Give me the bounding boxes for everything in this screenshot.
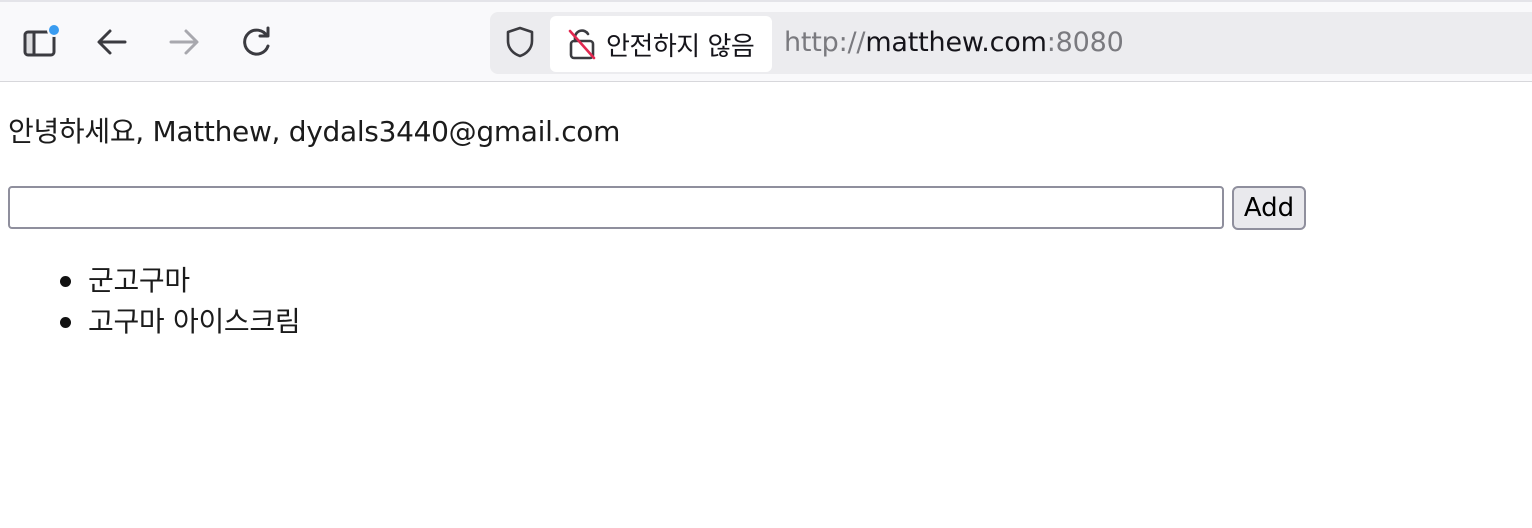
list-item: 군고구마 bbox=[8, 260, 300, 301]
url-text[interactable]: http://matthew.com:8080 bbox=[784, 26, 1124, 60]
url-scheme: http:// bbox=[784, 27, 866, 58]
url-host: matthew.com bbox=[865, 27, 1047, 58]
list-item-text: 고구마 아이스크림 bbox=[88, 305, 301, 338]
list-item-text: 군고구마 bbox=[88, 264, 190, 297]
todo-input[interactable] bbox=[8, 186, 1224, 229]
add-button[interactable]: Add bbox=[1232, 186, 1306, 230]
browser-toolbar: 안전하지 않음 http://matthew.com:8080 bbox=[0, 0, 1532, 82]
security-indicator[interactable]: 안전하지 않음 bbox=[550, 16, 772, 72]
reload-button[interactable] bbox=[236, 22, 276, 62]
tracking-protection-button[interactable] bbox=[502, 26, 538, 62]
sidebar-icon bbox=[20, 22, 60, 62]
greeting-text: 안녕하세요, Matthew, dydals3440@gmail.com bbox=[8, 115, 621, 148]
forward-button[interactable] bbox=[164, 22, 204, 62]
bullet bbox=[60, 276, 71, 287]
address-bar[interactable]: 안전하지 않음 http://matthew.com:8080 bbox=[490, 12, 1532, 74]
list-item: 고구마 아이스크림 bbox=[8, 301, 301, 342]
arrow-right-icon bbox=[164, 22, 204, 62]
reload-icon bbox=[236, 22, 276, 62]
bullet bbox=[60, 317, 71, 328]
todo-list: 군고구마 고구마 아이스크림 bbox=[8, 260, 301, 342]
url-port: :8080 bbox=[1046, 27, 1124, 58]
sidebar-toggle-button[interactable] bbox=[20, 22, 60, 62]
insecure-lock-icon bbox=[566, 27, 598, 61]
back-button[interactable] bbox=[92, 22, 132, 62]
security-label: 안전하지 않음 bbox=[606, 31, 755, 62]
shield-icon bbox=[502, 24, 538, 64]
arrow-left-icon bbox=[92, 22, 132, 62]
